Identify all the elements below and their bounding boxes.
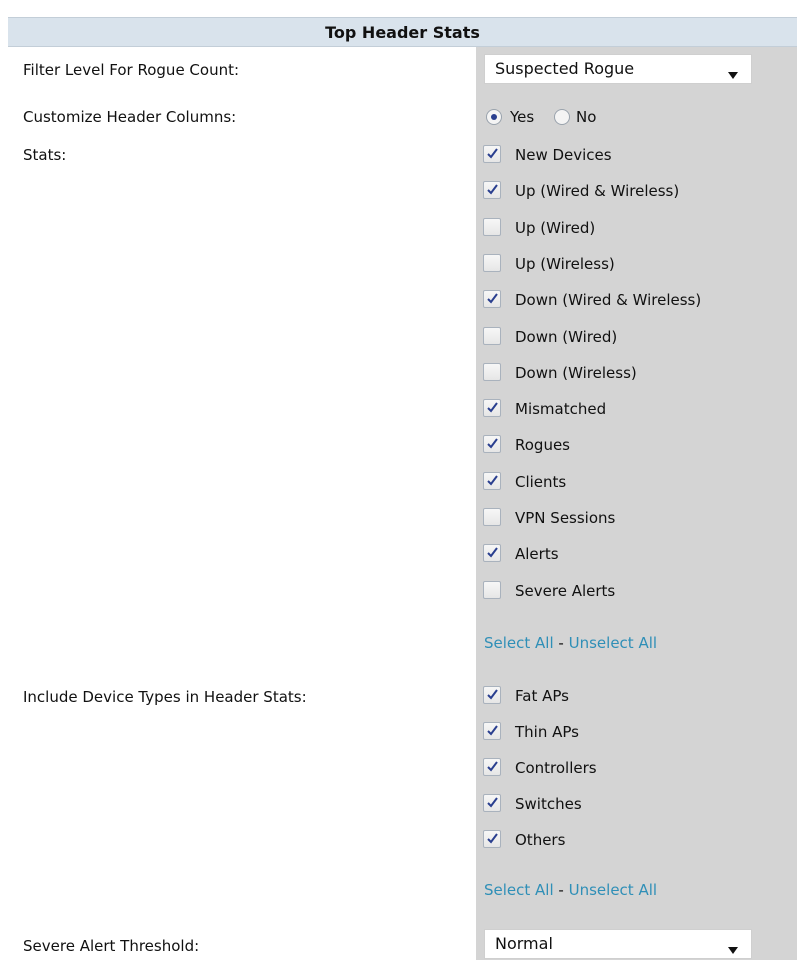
device-type-checkbox[interactable] xyxy=(483,722,501,740)
stats-item-checkbox[interactable] xyxy=(483,435,501,454)
stats-item-checkbox[interactable] xyxy=(483,181,501,200)
device-types-unselect-all-link[interactable]: Unselect All xyxy=(569,881,657,899)
severe-threshold-value: Normal xyxy=(495,934,553,953)
checkmark-icon xyxy=(487,438,498,449)
stats-item-checkbox[interactable] xyxy=(483,580,501,599)
checkmark-icon xyxy=(487,184,498,195)
stats-item-label: Mismatched xyxy=(515,400,607,419)
link-separator: - xyxy=(558,881,564,899)
stats-item-checkbox[interactable] xyxy=(483,544,501,563)
stats-item-label: Down (Wireless) xyxy=(515,363,637,382)
stats-item-checkbox[interactable] xyxy=(483,399,501,418)
checkmark-icon xyxy=(487,833,498,844)
customize-columns-label: Customize Header Columns: xyxy=(23,108,237,126)
device-type-checkbox[interactable] xyxy=(483,758,501,776)
stats-item-label: Up (Wireless) xyxy=(515,254,615,273)
device-types-select-all-link[interactable]: Select All xyxy=(484,881,554,899)
device-types-label: Include Device Types in Header Stats: xyxy=(23,688,307,706)
stats-item-checkbox[interactable] xyxy=(483,145,501,163)
checkmark-icon xyxy=(487,402,498,413)
customize-yes-radio[interactable] xyxy=(486,109,502,125)
stats-item-checkbox[interactable] xyxy=(483,217,501,236)
stats-select-all-link[interactable]: Select All xyxy=(484,634,554,652)
checkmark-icon xyxy=(487,475,498,486)
stats-unselect-all-link[interactable]: Unselect All xyxy=(569,634,657,652)
stats-select-links: Select All - Unselect All xyxy=(484,634,657,652)
chevron-down-icon xyxy=(727,941,739,954)
stats-item-label: Up (Wired & Wireless) xyxy=(515,182,680,201)
stats-item-label: Down (Wired) xyxy=(515,327,618,346)
checkmark-icon xyxy=(487,761,498,772)
customize-no-radio[interactable] xyxy=(554,109,570,125)
stats-item-label: Down (Wired & Wireless) xyxy=(515,291,702,310)
rogue-filter-label: Filter Level For Rogue Count: xyxy=(23,61,240,79)
checkmark-icon xyxy=(487,725,498,736)
stats-item-checkbox[interactable] xyxy=(483,508,501,526)
chevron-down-icon xyxy=(727,66,739,79)
device-type-label: Switches xyxy=(515,795,582,813)
stats-item-checkbox[interactable] xyxy=(483,290,501,309)
stats-item-label: Up (Wired) xyxy=(515,218,596,237)
device-type-label: Others xyxy=(515,831,566,849)
device-type-checkbox[interactable] xyxy=(483,686,501,704)
settings-panel: Top Header Stats Filter Level For Rogue … xyxy=(8,17,797,960)
stats-item-label: Rogues xyxy=(515,436,570,455)
device-types-select-links: Select All - Unselect All xyxy=(484,881,657,899)
checkmark-icon xyxy=(487,148,498,159)
stats-item-checkbox[interactable] xyxy=(483,326,501,345)
stats-item-checkbox[interactable] xyxy=(483,253,501,272)
rogue-filter-value: Suspected Rogue xyxy=(495,59,635,78)
link-separator: - xyxy=(558,634,564,652)
checkmark-icon xyxy=(487,293,498,304)
checkmark-icon xyxy=(487,689,498,700)
stats-item-label: Severe Alerts xyxy=(515,581,616,600)
stats-item-label: VPN Sessions xyxy=(515,509,616,527)
radio-selected-dot xyxy=(491,114,497,120)
stats-item-label: Alerts xyxy=(515,545,559,564)
severe-threshold-dropdown[interactable]: Normal xyxy=(484,929,752,959)
checkmark-icon xyxy=(487,797,498,808)
severe-threshold-label: Severe Alert Threshold: xyxy=(23,937,200,955)
rogue-filter-dropdown[interactable]: Suspected Rogue xyxy=(484,54,752,84)
device-type-checkbox[interactable] xyxy=(483,830,501,848)
stats-item-checkbox[interactable] xyxy=(483,471,501,490)
section-title: Top Header Stats xyxy=(325,23,480,42)
stats-item-checkbox[interactable] xyxy=(483,362,501,381)
customize-no-label: No xyxy=(576,108,597,126)
device-type-label: Controllers xyxy=(515,759,597,777)
checkmark-icon xyxy=(487,547,498,558)
device-type-label: Thin APs xyxy=(515,723,579,741)
stats-item-label: New Devices xyxy=(515,146,612,164)
stats-item-label: Clients xyxy=(515,472,567,491)
device-type-checkbox[interactable] xyxy=(483,794,501,812)
device-type-label: Fat APs xyxy=(515,687,569,705)
section-header: Top Header Stats xyxy=(8,17,797,47)
customize-yes-label: Yes xyxy=(510,108,535,126)
stats-label: Stats: xyxy=(23,146,67,164)
